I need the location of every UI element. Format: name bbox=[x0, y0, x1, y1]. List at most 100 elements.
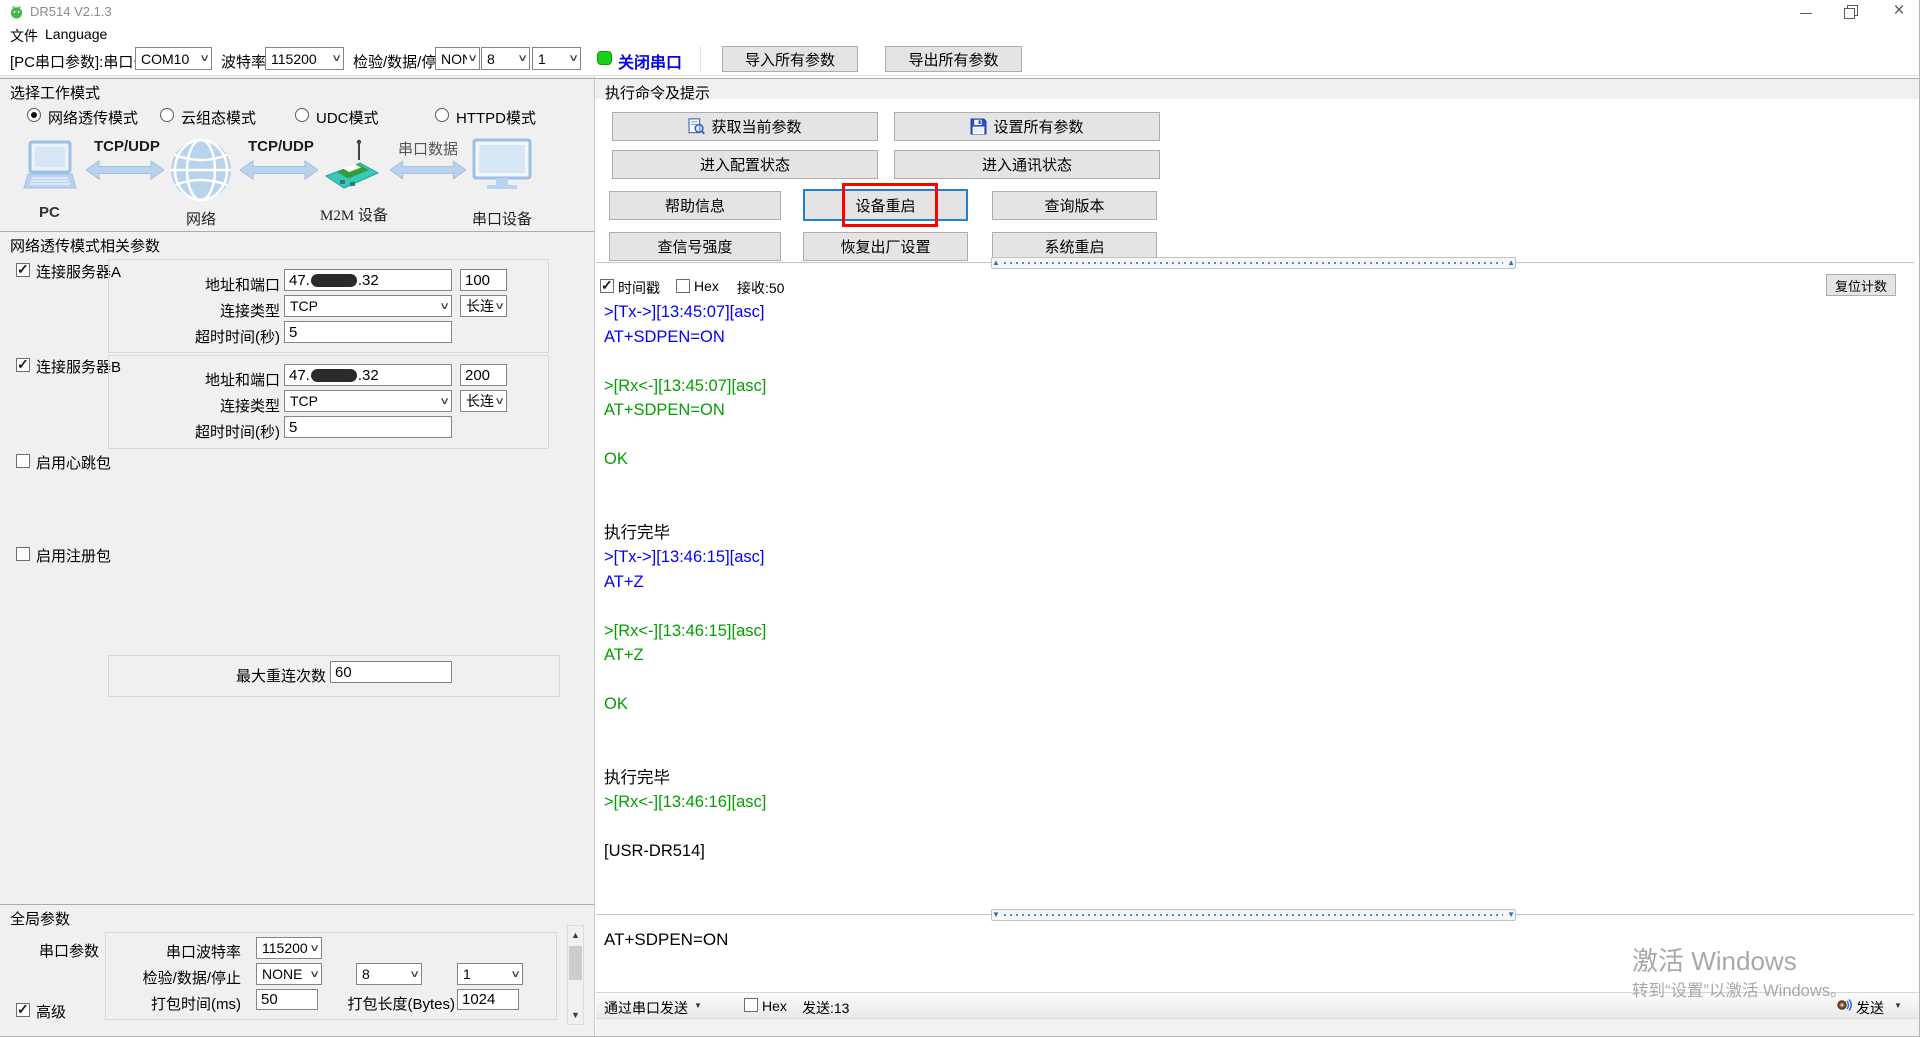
chevron-down-icon: ∨ bbox=[494, 396, 505, 407]
reset-count-button[interactable]: 复位计数 bbox=[1826, 274, 1896, 296]
server-b-type-select[interactable]: TCP∨ bbox=[284, 390, 452, 412]
node-label-serial-device: 串口设备 bbox=[472, 208, 532, 229]
parity-select[interactable]: NONI∨ bbox=[435, 47, 480, 70]
left-panel-scrollbar[interactable]: ▲ ▼ bbox=[567, 925, 584, 1025]
server-a-checkbox[interactable] bbox=[16, 263, 30, 277]
com-port-select[interactable]: COM10∨ bbox=[135, 47, 212, 70]
collapse-up-icon: ▲ bbox=[1507, 259, 1515, 267]
max-reconnect-label: 最大重连次数 bbox=[200, 665, 326, 686]
exec-commands-header: 执行命令及提示 bbox=[595, 78, 1920, 99]
enter-comm-state-button[interactable]: 进入通讯状态 bbox=[894, 150, 1160, 179]
close-button[interactable]: × bbox=[1888, 0, 1910, 22]
max-reconnect-input[interactable]: 60 bbox=[330, 661, 452, 683]
scroll-up-icon[interactable]: ▲ bbox=[568, 930, 583, 940]
close-port-button[interactable]: 关闭串口 bbox=[618, 49, 682, 73]
server-a-timeout-input[interactable]: 5 bbox=[284, 321, 452, 343]
timestamp-checkbox[interactable] bbox=[600, 279, 614, 293]
server-b-port-input[interactable]: 200 bbox=[460, 364, 507, 386]
net-mode-params-header: 网络透传模式相关参数 bbox=[0, 231, 594, 252]
get-current-params-button[interactable]: 获取当前参数 bbox=[612, 112, 878, 141]
redacted-ip-segment bbox=[311, 369, 357, 382]
import-all-button[interactable]: 导入所有参数 bbox=[722, 46, 858, 72]
set-all-params-button[interactable]: 设置所有参数 bbox=[894, 112, 1160, 141]
chevron-down-icon[interactable]: ▼ bbox=[694, 1001, 702, 1010]
restore-button[interactable] bbox=[1841, 4, 1861, 18]
splitter-collapse-handle[interactable]: ▼ ▼ bbox=[991, 909, 1516, 921]
register-checkbox[interactable] bbox=[16, 547, 30, 561]
server-b-address-input[interactable]: 47..32 bbox=[284, 364, 452, 386]
splitter-groove bbox=[596, 262, 991, 264]
log-line bbox=[604, 496, 1914, 521]
send-hex-label: Hex bbox=[762, 998, 787, 1014]
server-a-address-input[interactable]: 47..32 bbox=[284, 269, 452, 291]
log-hex-checkbox[interactable] bbox=[676, 279, 690, 293]
query-signal-button[interactable]: 查信号强度 bbox=[609, 232, 781, 261]
query-version-button[interactable]: 查询版本 bbox=[992, 191, 1157, 220]
log-line: >[Rx<-][13:46:15][asc] bbox=[604, 619, 1914, 644]
log-line bbox=[604, 668, 1914, 693]
chevron-down-icon[interactable]: ▼ bbox=[1894, 1001, 1902, 1010]
app-logo-icon bbox=[9, 4, 24, 19]
server-b-keepalive-select[interactable]: 长连接∨ bbox=[460, 390, 507, 412]
stopbits-select[interactable]: 1∨ bbox=[532, 47, 581, 70]
floppy-disk-icon bbox=[970, 118, 987, 135]
splitter-groove bbox=[1516, 262, 1914, 264]
send-via-serial-dropdown[interactable]: 通过串口发送 bbox=[604, 998, 688, 1018]
mode-label-net-transparent[interactable]: 网络透传模式 bbox=[48, 107, 138, 128]
log-output[interactable]: >[Tx->][13:45:07][asc]AT+SDPEN=ON>[Rx<-]… bbox=[596, 296, 1914, 908]
radio-httpd-mode[interactable] bbox=[435, 108, 449, 122]
splitter-collapse-handle[interactable]: ▲ ▲ bbox=[991, 257, 1516, 269]
export-all-button[interactable]: 导出所有参数 bbox=[885, 46, 1022, 72]
serial-parity-select[interactable]: NONE∨ bbox=[256, 963, 322, 985]
mode-label-udc[interactable]: UDC模式 bbox=[316, 107, 379, 128]
log-hex-label: Hex bbox=[694, 278, 719, 294]
timestamp-label: 时间戳 bbox=[618, 278, 660, 298]
server-a-type-select[interactable]: TCP∨ bbox=[284, 295, 452, 317]
server-b-checkbox[interactable] bbox=[16, 358, 30, 372]
chevron-down-icon: ∨ bbox=[517, 53, 528, 64]
send-text: AT+SDPEN=ON bbox=[604, 930, 728, 950]
minimize-button[interactable] bbox=[1796, 4, 1816, 20]
databits-select[interactable]: 8∨ bbox=[481, 47, 530, 70]
mode-label-cloud-scada[interactable]: 云组态模式 bbox=[181, 107, 256, 128]
bottom-strip bbox=[596, 1018, 1920, 1037]
scroll-down-icon[interactable]: ▼ bbox=[568, 1010, 583, 1020]
menu-file[interactable]: 文件 bbox=[10, 26, 38, 46]
heartbeat-label: 启用心跳包 bbox=[36, 452, 111, 473]
link-label-tcp-udp-2: TCP/UDP bbox=[248, 138, 314, 155]
radio-cloud-scada-mode[interactable] bbox=[160, 108, 174, 122]
serial-databits-select[interactable]: 8∨ bbox=[356, 963, 422, 985]
link-arrow-icon bbox=[86, 159, 164, 186]
log-line: >[Tx->][13:46:15][asc] bbox=[604, 545, 1914, 570]
redacted-ip-segment bbox=[311, 274, 357, 287]
advanced-checkbox[interactable] bbox=[16, 1003, 30, 1017]
heartbeat-checkbox[interactable] bbox=[16, 454, 30, 468]
scrollbar-thumb[interactable] bbox=[569, 946, 582, 980]
serial-baud-select[interactable]: 115200∨ bbox=[256, 937, 322, 959]
send-hex-checkbox[interactable] bbox=[744, 998, 758, 1012]
radio-net-transparent-mode[interactable] bbox=[27, 108, 41, 122]
send-button[interactable]: 发送 bbox=[1856, 998, 1884, 1018]
server-a-keepalive-select[interactable]: 长连接∨ bbox=[460, 295, 507, 317]
chevron-down-icon: ∨ bbox=[494, 301, 505, 312]
server-b-timeout-input[interactable]: 5 bbox=[284, 416, 452, 438]
pack-time-input[interactable]: 50 bbox=[256, 989, 318, 1010]
link-arrow-icon bbox=[240, 159, 318, 186]
log-line: AT+Z bbox=[604, 570, 1914, 595]
factory-reset-button[interactable]: 恢复出厂设置 bbox=[803, 232, 968, 261]
help-info-button[interactable]: 帮助信息 bbox=[609, 191, 781, 220]
server-a-type-label: 连接类型 bbox=[150, 300, 280, 321]
chevron-down-icon: ∨ bbox=[439, 301, 450, 312]
mode-label-httpd[interactable]: HTTPD模式 bbox=[456, 107, 536, 128]
receive-count: 接收:50 bbox=[737, 278, 784, 298]
pack-length-input[interactable]: 1024 bbox=[457, 989, 519, 1010]
server-b-timeout-label: 超时时间(秒) bbox=[150, 421, 280, 442]
titlebar: DR514 V2.1.3 × bbox=[0, 0, 1920, 22]
server-a-port-input[interactable]: 100 bbox=[460, 269, 507, 291]
chevron-down-icon: ∨ bbox=[199, 53, 210, 64]
enter-config-state-button[interactable]: 进入配置状态 bbox=[612, 150, 878, 179]
radio-udc-mode[interactable] bbox=[295, 108, 309, 122]
serial-stopbits-select[interactable]: 1∨ bbox=[457, 963, 523, 985]
menu-language[interactable]: Language bbox=[45, 26, 107, 42]
baud-select[interactable]: 115200∨ bbox=[265, 47, 344, 70]
